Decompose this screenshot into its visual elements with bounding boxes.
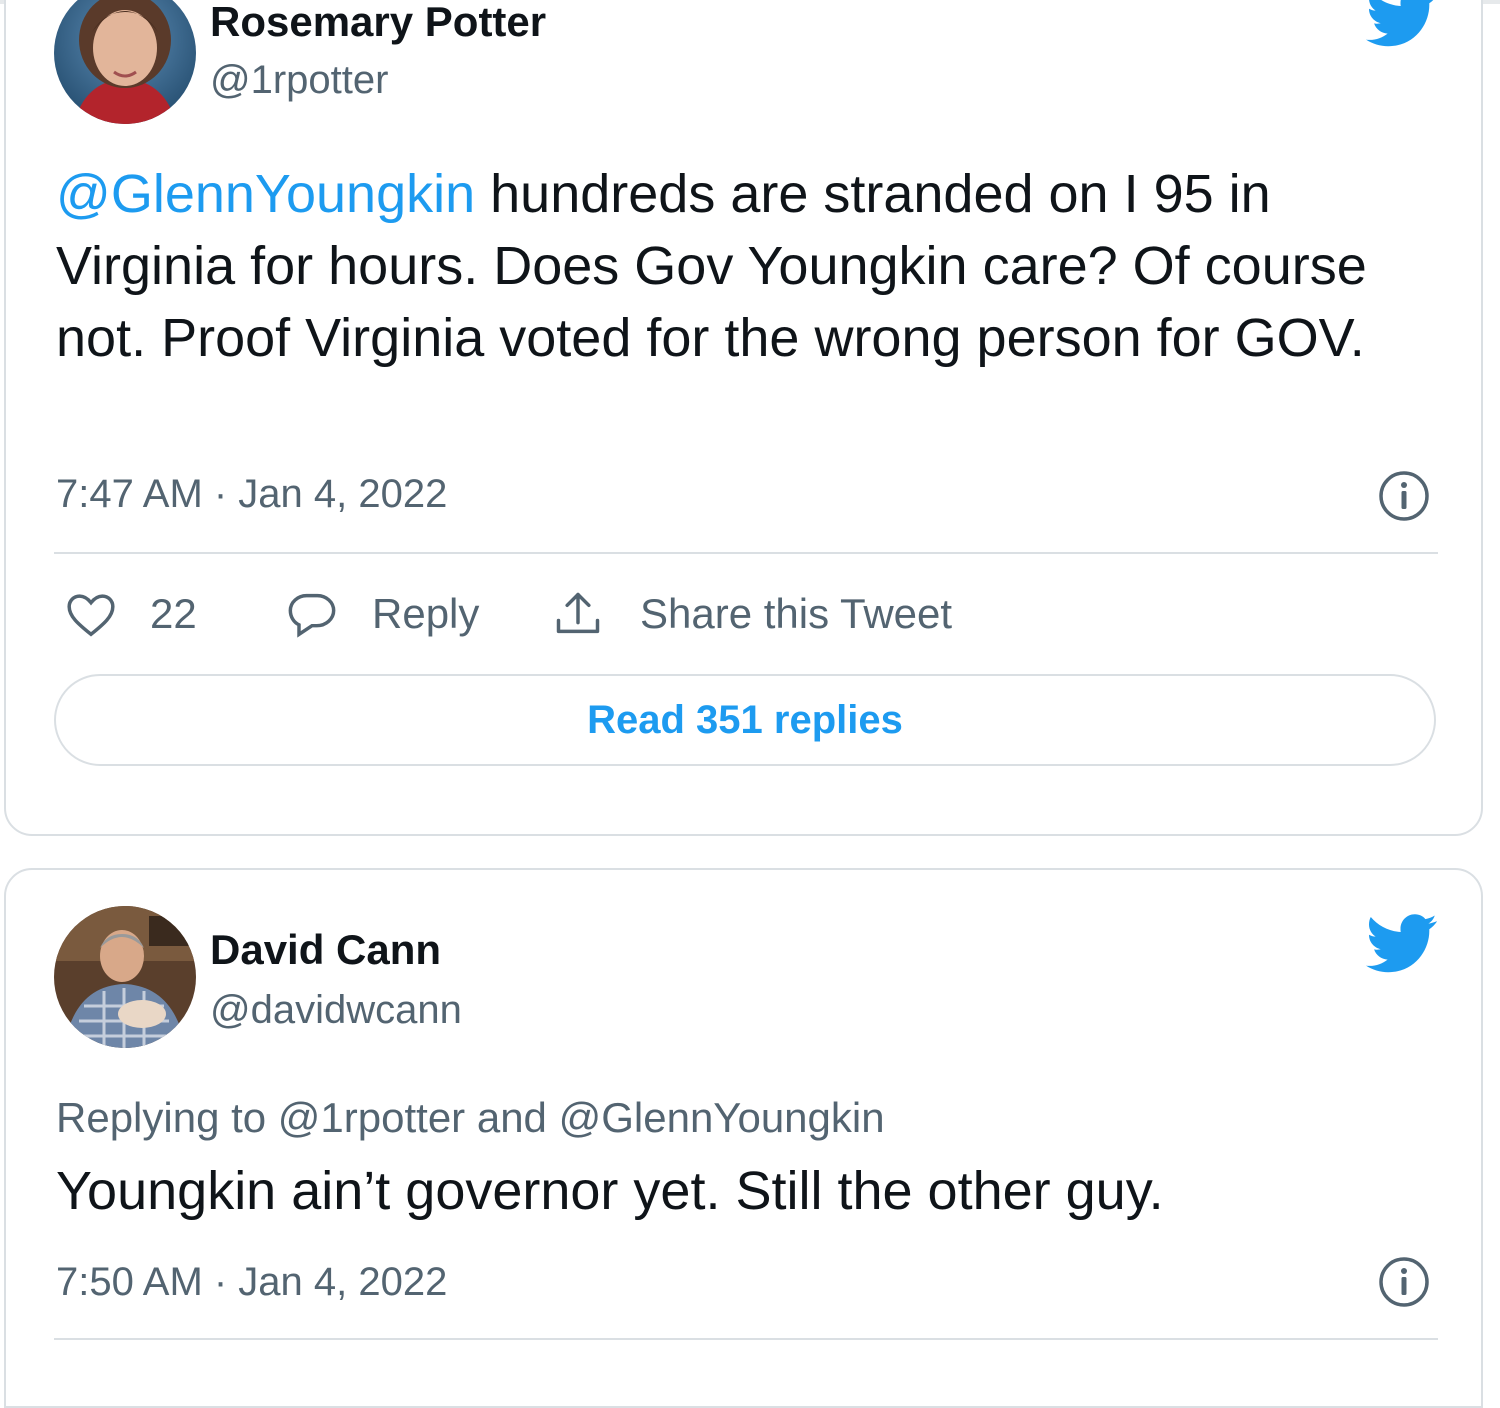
divider	[54, 1338, 1438, 1340]
reply-label: Reply	[372, 590, 480, 637]
author-handle[interactable]: @1rpotter	[210, 58, 388, 103]
share-label: Share this Tweet	[640, 590, 953, 637]
twitter-bird-icon[interactable]	[1366, 914, 1438, 974]
mention-link[interactable]: @GlennYoungkin	[56, 164, 475, 224]
reply-bubble-icon	[288, 593, 336, 638]
share-icon	[556, 592, 600, 634]
avatar[interactable]	[54, 906, 196, 1048]
heart-icon	[67, 594, 115, 637]
like-button[interactable]: 22	[64, 590, 197, 638]
tweet-text: Youngkin ain’t governor yet. Still the o…	[56, 1161, 1164, 1221]
read-replies-button[interactable]: Read 351 replies	[54, 674, 1436, 766]
info-icon[interactable]	[1378, 470, 1430, 522]
avatar-image	[54, 906, 196, 1048]
tweet-card-rosemary-potter: Rosemary Potter @1rpotter @GlennYoungkin…	[4, 0, 1483, 836]
like-count: 22	[150, 590, 197, 637]
share-button[interactable]: Share this Tweet	[552, 590, 952, 638]
tweet-text: @GlennYoungkin hundreds are stranded on …	[56, 158, 1446, 374]
twitter-bird-icon[interactable]	[1366, 0, 1438, 48]
timestamp[interactable]: 7:47 AM · Jan 4, 2022	[56, 472, 447, 517]
info-icon[interactable]	[1378, 1256, 1430, 1308]
replying-to[interactable]: Replying to @1rpotter and @GlennYoungkin	[56, 1094, 885, 1142]
author-name[interactable]: David Cann	[210, 926, 441, 974]
author-handle[interactable]: @davidwcann	[210, 988, 462, 1033]
reply-button[interactable]: Reply	[286, 590, 479, 638]
divider	[54, 552, 1438, 554]
author-name[interactable]: Rosemary Potter	[210, 0, 546, 46]
avatar-image	[54, 0, 196, 124]
avatar[interactable]	[54, 0, 196, 124]
timestamp[interactable]: 7:50 AM · Jan 4, 2022	[56, 1260, 447, 1305]
tweet-card-david-cann: David Cann @davidwcann Replying to @1rpo…	[4, 868, 1483, 1408]
